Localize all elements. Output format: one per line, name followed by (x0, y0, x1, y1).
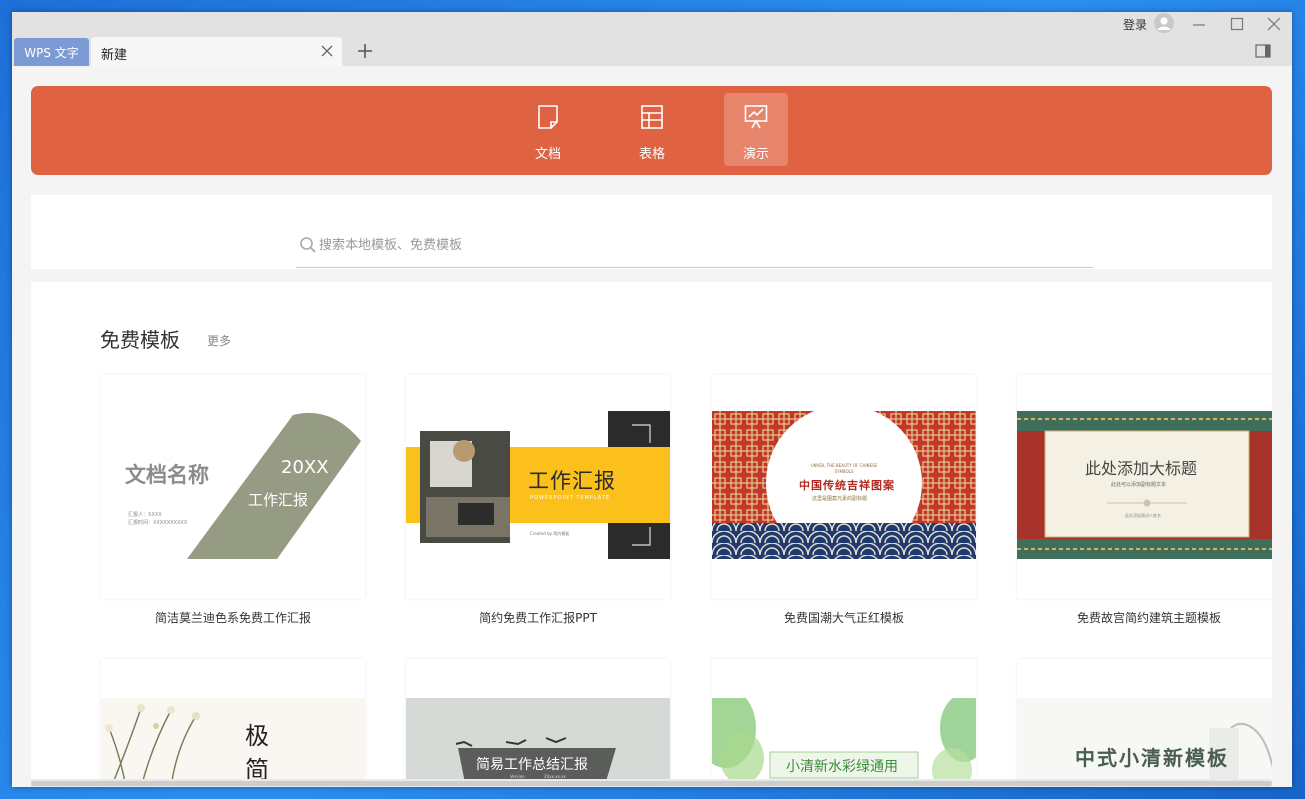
thumb-title: 此处添加大标题 (1085, 459, 1198, 478)
doc-type-presentation[interactable]: 演示 (724, 93, 788, 166)
template-thumbnail: 中式小清新模板 (1017, 698, 1272, 787)
thumb-year: 20XX (281, 457, 329, 478)
more-link[interactable]: 更多 (207, 332, 231, 349)
doc-type-spreadsheet[interactable]: 表格 (620, 93, 684, 166)
template-thumbnail: 此处添加大标题 此处可以添加副标题文本 此处添加演讲人姓名 (1017, 411, 1272, 559)
maximize-icon[interactable] (1230, 17, 1244, 31)
avatar-icon[interactable] (1154, 13, 1174, 33)
sidebar-toggle-icon[interactable] (1255, 44, 1271, 58)
horizontal-scrollbar[interactable] (31, 779, 1272, 787)
template-card[interactable]: 此处添加大标题 此处可以添加副标题文本 此处添加演讲人姓名 (1017, 375, 1272, 599)
title-bar: WPS 文字 新建 登录 (12, 12, 1292, 66)
thumb-subtitle: 这里是图案元素的副标题 (812, 496, 868, 502)
minimize-icon[interactable] (1192, 17, 1206, 31)
thumb-title: 极 (245, 722, 269, 750)
template-caption[interactable]: 免费故宫简约建筑主题模板 (1017, 609, 1272, 626)
template-search-input[interactable] (319, 233, 1089, 257)
thumb-line: 汇报时间：XXXXXXXXXX (128, 520, 188, 526)
minimal-flower-thumbnail-art (101, 698, 365, 787)
tab-new-label: 新建 (101, 48, 128, 63)
template-card[interactable]: 极 简 (101, 659, 365, 787)
tab-new[interactable]: 新建 (91, 37, 342, 66)
thumb-title: 小清新水彩绿通用 (786, 759, 898, 775)
doc-type-spreadsheet-label: 表格 (638, 147, 665, 162)
spreadsheet-icon (641, 105, 663, 129)
template-thumbnail: 小清新水彩绿通用 (712, 698, 976, 787)
search-area (31, 195, 1272, 269)
template-thumbnail: 极 简 (101, 698, 365, 787)
thumb-small: 此处添加演讲人姓名 (1125, 513, 1161, 518)
template-caption[interactable]: 简约免费工作汇报PPT (406, 609, 670, 626)
add-tab-icon[interactable] (356, 42, 374, 60)
login-link[interactable]: 登录 (1123, 16, 1147, 33)
template-card[interactable]: 文档名称 20XX 工作汇报 汇报人：XXXX 汇报时间：XXXXXXXXXX (101, 375, 365, 599)
templates-section: 免费模板 更多 文档名称 20XX 工作汇报 汇报人：XXXX 汇报时间：XXX… (31, 282, 1272, 787)
thumb-line: 汇报人：XXXX (128, 512, 162, 518)
template-card[interactable]: UNVEIL THE BEAUTY OF CHINESE SYMBOLS 中国传… (712, 375, 976, 599)
doc-type-presentation-label: 演示 (742, 147, 769, 162)
doc-type-document-label: 文档 (534, 147, 561, 162)
section-title: 免费模板 (100, 328, 180, 352)
template-thumbnail: 文档名称 20XX 工作汇报 汇报人：XXXX 汇报时间：XXXXXXXXXX (101, 411, 365, 559)
template-card[interactable]: 中式小清新模板 (1017, 659, 1272, 787)
scrollbar-thumb[interactable] (31, 781, 1272, 786)
thumb-title: 中式小清新模板 (1075, 746, 1229, 770)
thumb-title: 中国传统吉祥图案 (799, 479, 895, 492)
document-icon (538, 105, 558, 129)
template-thumbnail: 简易工作总结汇报 Version 20xx.xx.xx (406, 698, 670, 787)
thumb-title: 工作汇报 (528, 469, 616, 493)
thumb-subtitle: 此处可以添加副标题文本 (1111, 482, 1167, 488)
search-icon (300, 237, 316, 253)
tab-wps-writer[interactable]: WPS 文字 (14, 38, 89, 66)
thumb-subtitle: POWERPOINT TEMPLATE (530, 495, 611, 501)
wps-window: WPS 文字 新建 登录 文档 表格 演示 搜索本地模板、免费模板 免费模板 更… (12, 12, 1292, 787)
presentation-icon (744, 105, 768, 129)
new-page-content: 文档 表格 演示 搜索本地模板、免费模板 免费模板 更多 文档名称 20XX 工… (12, 66, 1292, 787)
template-caption[interactable]: 免费国潮大气正红模板 (712, 609, 976, 626)
thumb-small: UNVEIL THE BEAUTY OF CHINESE SYMBOLS (810, 463, 878, 474)
thumb-small: Created by 简约模板 (530, 531, 570, 536)
template-card[interactable]: 小清新水彩绿通用 (712, 659, 976, 787)
template-thumbnail: 工作汇报 POWERPOINT TEMPLATE Created by 简约模板 (406, 411, 670, 559)
tab-wps-writer-label: WPS 文字 (24, 45, 79, 60)
doc-type-banner: 文档 表格 演示 (31, 86, 1272, 175)
close-tab-icon[interactable] (319, 43, 335, 59)
close-window-icon[interactable] (1267, 17, 1281, 31)
template-caption[interactable]: 简洁莫兰迪色系免费工作汇报 (101, 609, 365, 626)
template-thumbnail: UNVEIL THE BEAUTY OF CHINESE SYMBOLS 中国传… (712, 411, 976, 559)
thumb-title: 文档名称 (125, 463, 209, 487)
doc-type-document[interactable]: 文档 (516, 93, 580, 166)
search-underline (296, 267, 1093, 268)
thumb-title: 简易工作总结汇报 (476, 757, 588, 773)
thumb-subtitle: 工作汇报 (248, 491, 309, 509)
template-card[interactable]: 简易工作总结汇报 Version 20xx.xx.xx (406, 659, 670, 787)
template-card[interactable]: 工作汇报 POWERPOINT TEMPLATE Created by 简约模板 (406, 375, 670, 599)
